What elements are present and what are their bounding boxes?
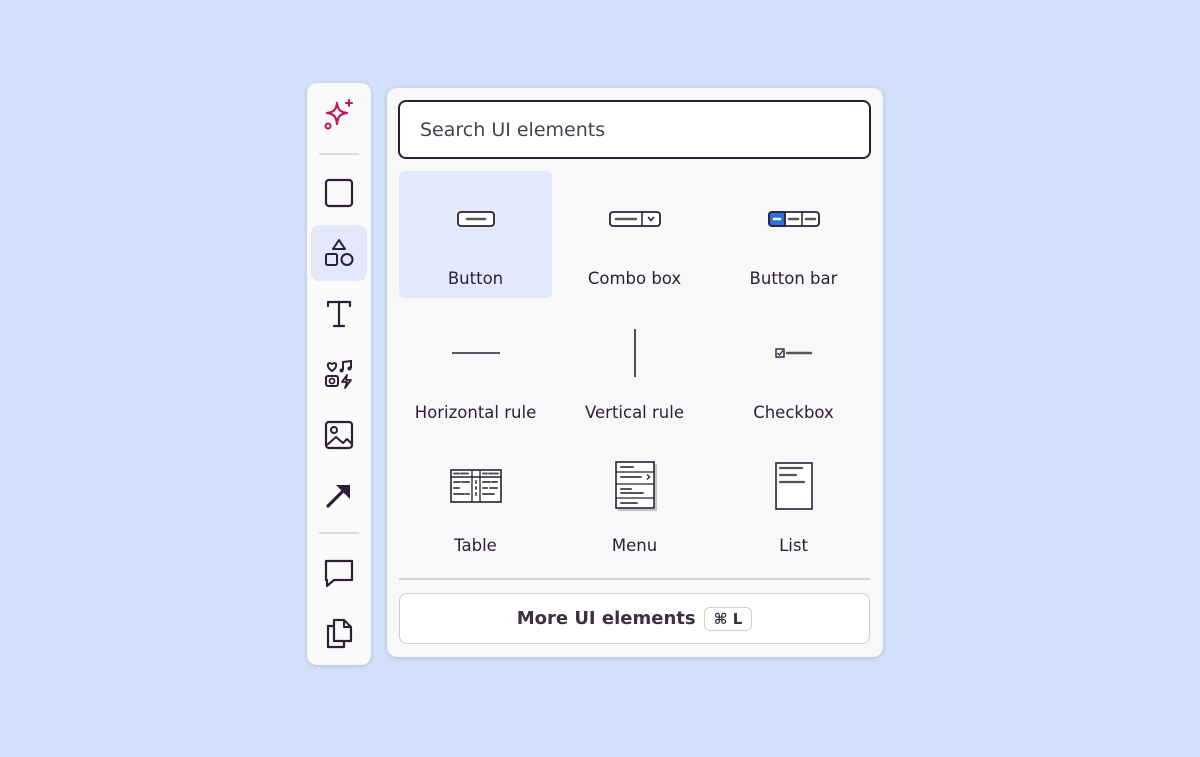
toolbar-divider [319,153,359,155]
element-label: Horizontal rule [414,403,537,422]
element-label: List [779,536,808,555]
element-label: Checkbox [753,403,834,422]
element-label: Menu [611,536,658,555]
element-button-bar[interactable]: Button bar [717,171,870,298]
ui-elements-panel: Button Combo box [387,88,883,657]
image-tool[interactable] [311,407,367,463]
image-icon [324,420,354,450]
element-label: Button [447,269,504,288]
tool-sidebar [307,83,371,665]
text-icon [326,300,352,328]
shapes-icon [325,239,354,266]
element-list[interactable]: List [717,438,870,565]
more-ui-elements-label: More UI elements [516,608,696,629]
checkbox-icon [774,348,812,358]
element-combo-box[interactable]: Combo box [558,171,711,298]
combo-box-icon [608,211,661,227]
arrow-icon [326,485,350,508]
element-menu[interactable]: Menu [558,438,711,565]
menu-icon [614,461,657,511]
copy-icon [326,618,353,649]
square-icon [324,178,354,208]
panel-divider [399,578,870,580]
table-icon [449,469,502,503]
comment-tool[interactable] [311,545,367,601]
keyboard-shortcut-badge: ⌘ L [703,606,753,631]
button-bar-icon [767,211,820,227]
element-label: Vertical rule [585,403,684,422]
horizontal-rule-icon [451,352,500,354]
element-button[interactable]: Button [399,171,552,298]
element-label: Table [454,536,497,555]
list-icon [774,462,813,510]
comment-icon [324,559,354,588]
stickers-icon [325,359,352,389]
shapes-tool[interactable] [311,225,367,281]
vertical-rule-icon [633,329,636,377]
stickers-tool[interactable] [311,346,367,402]
button-icon [456,211,495,227]
search-input[interactable] [398,100,871,159]
duplicate-tool[interactable] [311,605,367,661]
element-label: Button bar [749,269,838,288]
element-label: Combo box [587,269,682,288]
ai-sparkle-tool[interactable] [311,87,367,143]
arrow-tool[interactable] [311,467,367,523]
elements-grid: Button Combo box Button bar Horizontal r… [399,171,873,571]
text-tool[interactable] [311,286,367,342]
sparkle-icon [324,99,353,130]
element-table[interactable]: Table [399,438,552,565]
element-vertical-rule[interactable]: Vertical rule [558,305,711,432]
more-ui-elements-button[interactable]: More UI elements ⌘ L [399,593,870,644]
toolbar-divider [319,532,359,534]
element-checkbox[interactable]: Checkbox [717,305,870,432]
element-horizontal-rule[interactable]: Horizontal rule [399,305,552,432]
rectangle-tool[interactable] [311,165,367,221]
